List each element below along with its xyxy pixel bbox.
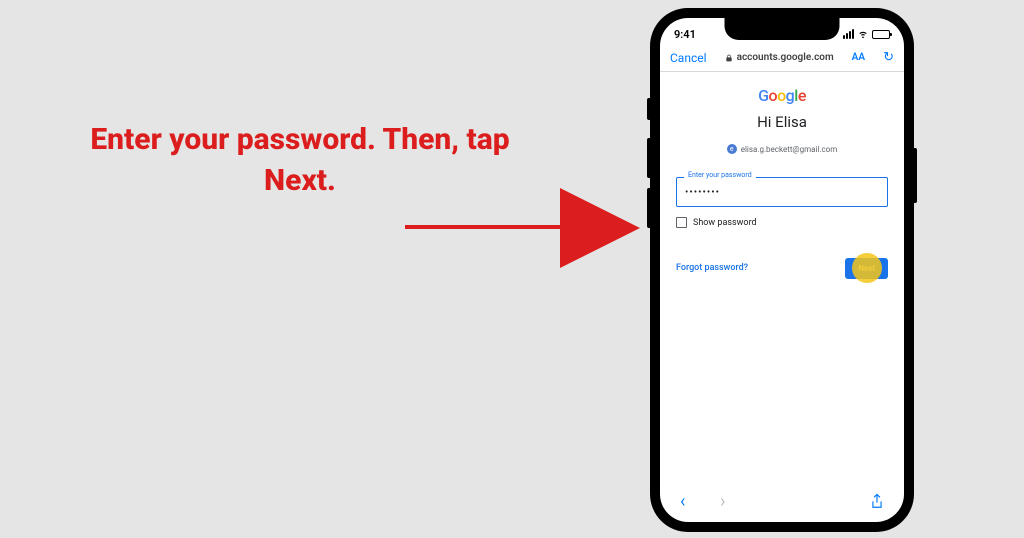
- browser-bar: Cancel accounts.google.com AA ↻: [660, 44, 904, 72]
- share-icon[interactable]: [870, 493, 884, 511]
- url-display[interactable]: accounts.google.com: [725, 52, 834, 63]
- status-icons: [843, 29, 890, 39]
- refresh-icon[interactable]: ↻: [883, 50, 894, 65]
- password-field-container: Enter your password: [676, 177, 888, 207]
- google-logo: Google: [676, 86, 888, 105]
- safari-toolbar: ‹ ›: [660, 491, 904, 516]
- nav-back-icon[interactable]: ‹: [680, 491, 685, 512]
- password-input[interactable]: [676, 177, 888, 207]
- text-size-button[interactable]: AA: [852, 52, 865, 63]
- account-email: elisa.g.beckett@gmail.com: [741, 145, 838, 154]
- status-time: 9:41: [674, 28, 696, 41]
- wifi-icon: [857, 29, 869, 39]
- avatar-icon: e: [727, 144, 737, 154]
- phone-frame: 9:41 Cancel accounts.google.com AA ↻ Goo…: [650, 8, 914, 532]
- nav-forward-icon: ›: [720, 491, 725, 512]
- tap-highlight: [852, 253, 882, 283]
- url-text: accounts.google.com: [737, 52, 834, 63]
- show-password-label: Show password: [693, 218, 757, 228]
- battery-icon: [872, 30, 890, 39]
- forgot-password-link[interactable]: Forgot password?: [676, 263, 748, 273]
- pointer-arrow: [405, 195, 665, 265]
- greeting-text: Hi Elisa: [676, 113, 888, 131]
- page-content: Google Hi Elisa e elisa.g.beckett@gmail.…: [660, 72, 904, 279]
- show-password-row[interactable]: Show password: [676, 217, 888, 228]
- password-label: Enter your password: [684, 171, 756, 179]
- account-chip[interactable]: e elisa.g.beckett@gmail.com: [727, 144, 838, 154]
- instruction-text: Enter your password. Then, tap Next.: [60, 120, 540, 201]
- phone-notch: [725, 18, 840, 40]
- cancel-button[interactable]: Cancel: [670, 51, 707, 65]
- lock-icon: [725, 54, 733, 62]
- phone-screen: 9:41 Cancel accounts.google.com AA ↻ Goo…: [660, 18, 904, 522]
- show-password-checkbox[interactable]: [676, 217, 687, 228]
- signal-icon: [843, 29, 854, 39]
